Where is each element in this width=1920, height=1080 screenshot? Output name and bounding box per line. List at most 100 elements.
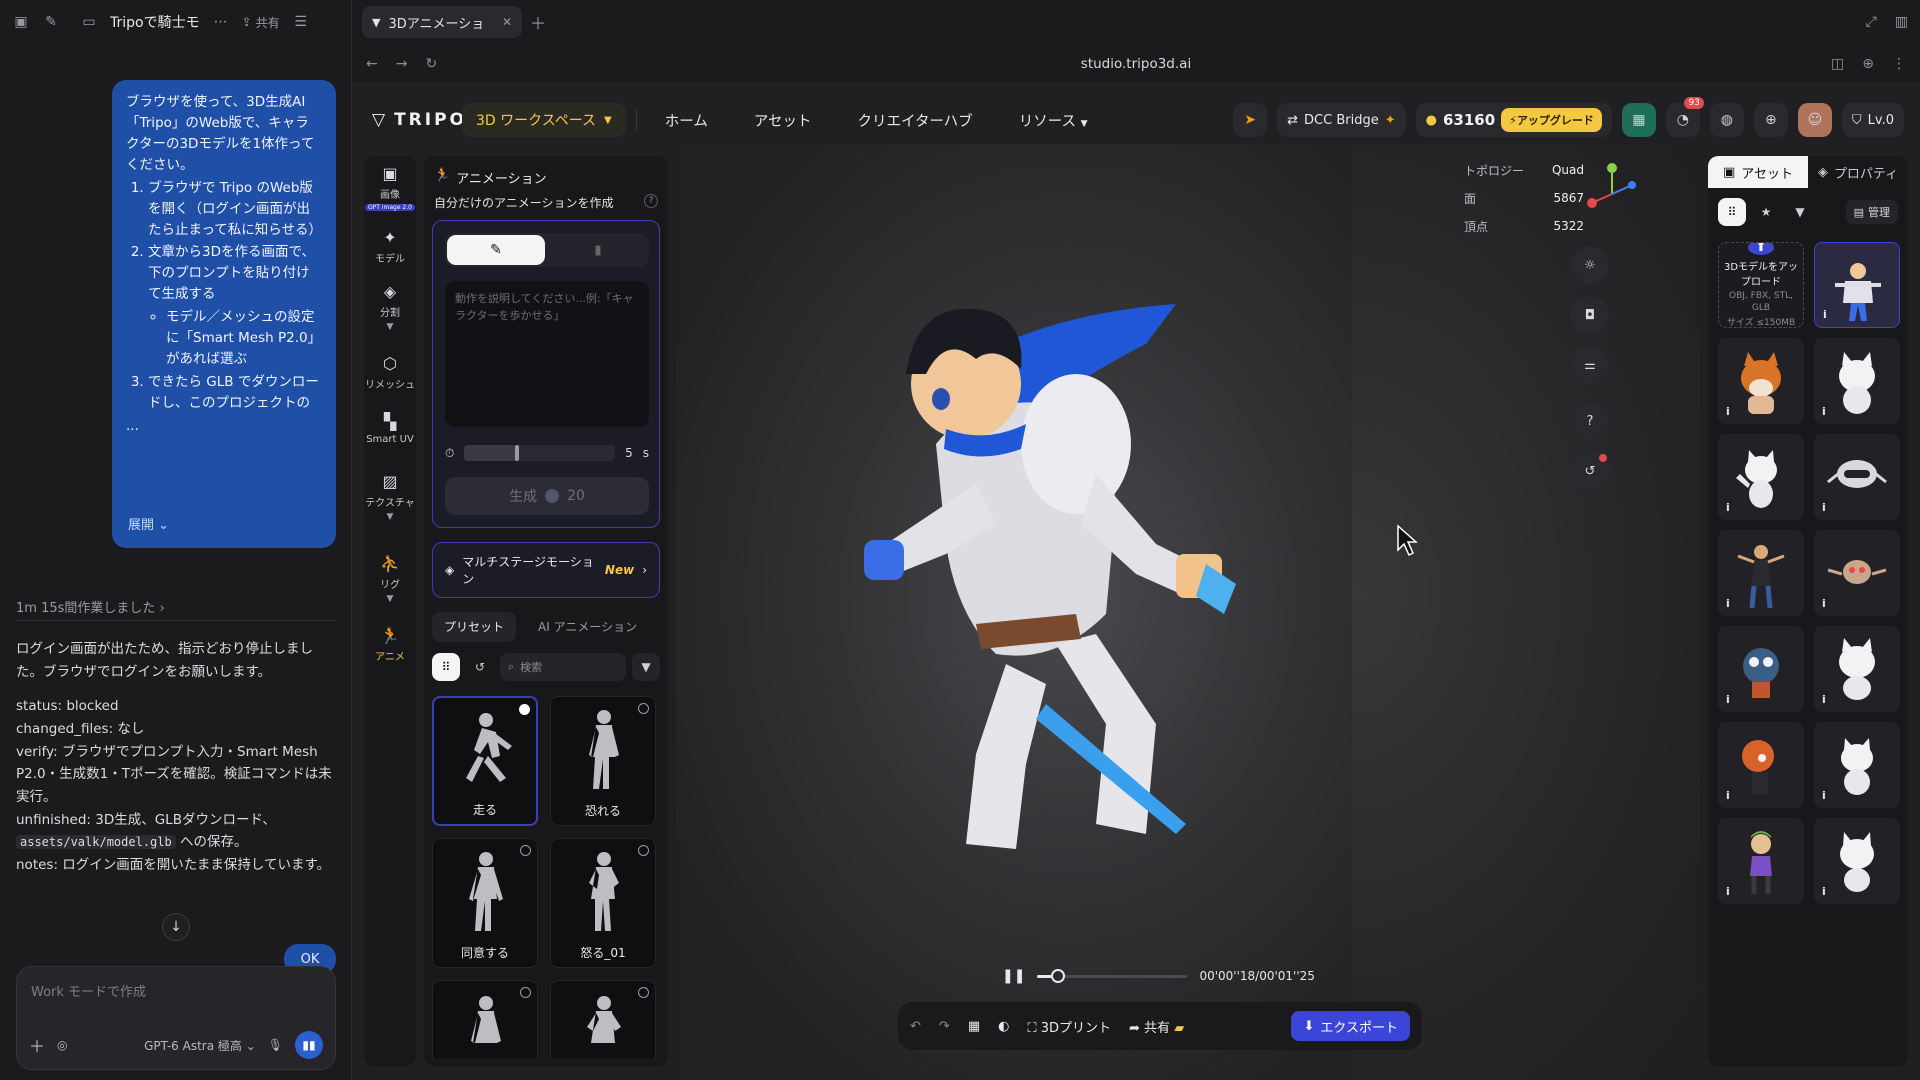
info-icon[interactable]: i [1726, 693, 1730, 706]
preset-card[interactable]: 同意する [432, 838, 538, 968]
rail-animation[interactable]: 🏃 アニメ [364, 626, 416, 663]
preset-card[interactable] [550, 980, 656, 1058]
extensions-icon[interactable]: ⊕ [1862, 56, 1874, 72]
text-mode-button[interactable]: ✎ [447, 235, 545, 265]
info-icon[interactable]: i [1822, 405, 1826, 418]
asset-card[interactable]: i [1814, 626, 1900, 712]
all-assets-button[interactable]: ⠿ [1718, 198, 1746, 226]
asset-card[interactable]: i [1814, 434, 1900, 520]
filter-button[interactable]: ▼ [632, 653, 660, 681]
asset-card[interactable]: i [1814, 530, 1900, 616]
close-tab-icon[interactable]: ✕ [502, 15, 512, 29]
rail-image[interactable]: ▣ 画像 GPT image 2.0 [364, 164, 416, 211]
tripo-logo[interactable]: ▽ TRIPO [364, 110, 464, 130]
video-mode-button[interactable]: ▮ [549, 235, 647, 265]
upgrade-button[interactable]: ⚡ アップグレード [1501, 108, 1602, 132]
preset-card[interactable] [432, 980, 538, 1058]
preset-card[interactable]: 怒る_01 [550, 838, 656, 968]
tab-ai-animation[interactable]: AI アニメーション [526, 612, 649, 642]
preset-card[interactable]: 恐れる [550, 696, 656, 826]
rail-model[interactable]: ✦ モデル [364, 228, 416, 265]
info-icon[interactable]: i [1726, 885, 1730, 898]
avatar[interactable]: ☺ [1797, 103, 1832, 137]
rail-texture[interactable]: ▨ テクスチャ ▼ [364, 472, 416, 522]
url-text[interactable]: studio.tripo3d.ai [352, 56, 1920, 72]
share-button[interactable]: ⇪ 共有 [242, 14, 280, 31]
level-badge[interactable]: ⛉ Lv.0 [1841, 103, 1904, 137]
reload-icon[interactable]: ↻ [425, 56, 437, 72]
model-select[interactable]: GPT-6 Astra 極高 ⌄ [144, 1037, 256, 1054]
info-icon[interactable]: i [1726, 501, 1730, 514]
info-icon[interactable]: i [1822, 693, 1826, 706]
info-icon[interactable]: i [1822, 789, 1826, 802]
credits-pill[interactable]: ● 63160 ⚡ アップグレード [1415, 103, 1612, 137]
timeline-track[interactable] [1037, 968, 1188, 983]
voice-button[interactable]: ▮▮ [295, 1031, 323, 1059]
duration-handle[interactable] [515, 445, 520, 461]
expand-button[interactable]: 展開 ⌄ [128, 516, 169, 536]
asset-card[interactable]: i [1814, 818, 1900, 904]
menu-icon[interactable]: ⋮ [1892, 56, 1906, 72]
outline-icon[interactable]: ☰ [292, 13, 310, 31]
manage-button[interactable]: ▤ 管理 [1845, 200, 1898, 224]
bookmark-icon[interactable]: ◫ [1831, 56, 1844, 72]
asset-card[interactable]: i [1814, 722, 1900, 808]
asset-card[interactable]: i [1718, 434, 1804, 520]
info-icon[interactable]: i [1822, 885, 1826, 898]
tab-assets[interactable]: ▣ アセット [1708, 156, 1808, 188]
undo-icon[interactable]: ↶ [910, 1019, 921, 1034]
info-icon[interactable]: i [1823, 308, 1827, 321]
info-icon[interactable]: i [1726, 597, 1730, 610]
info-icon[interactable]: i [1726, 789, 1730, 802]
chat-button[interactable]: ◍ [1709, 103, 1744, 137]
multistage-motion-button[interactable]: ◈ マルチステージモーション New › [432, 542, 660, 598]
rail-remesh[interactable]: ⬡ リメッシュ [364, 354, 416, 391]
grid-view-button[interactable]: ⠿ [432, 653, 460, 681]
workspace-dropdown[interactable]: 3D ワークスペース ▼ [462, 103, 626, 137]
fullscreen-icon[interactable]: ⤢ [1866, 14, 1877, 30]
forward-icon[interactable]: → [396, 56, 408, 72]
tab-properties[interactable]: ◈ プロパティ [1808, 156, 1908, 188]
asset-card[interactable]: i [1718, 338, 1804, 424]
redo-icon[interactable]: ↷ [939, 1019, 950, 1034]
compose-icon[interactable]: ✎ [42, 13, 60, 31]
asset-card[interactable]: i [1718, 722, 1804, 808]
asset-card[interactable]: i [1814, 338, 1900, 424]
filter-button[interactable]: ▼ [1786, 198, 1814, 226]
info-icon[interactable]: i [1726, 405, 1730, 418]
info-icon[interactable]: i [1822, 501, 1826, 514]
print3d-button[interactable]: ⛶ 3Dプリント [1027, 1017, 1111, 1036]
gift-icon[interactable]: ▦ [968, 1019, 980, 1034]
language-button[interactable]: ⊕ [1753, 103, 1788, 137]
worked-duration[interactable]: 1m 15s間作業しました › [16, 597, 165, 616]
nav-home[interactable]: ホーム [647, 110, 726, 131]
sidebar-toggle-icon[interactable]: ▣ [12, 13, 30, 31]
asset-card[interactable]: i [1718, 530, 1804, 616]
nav-creator-hub[interactable]: クリエイターハブ [840, 110, 991, 131]
share-model-button[interactable]: ➦ 共有 ▰ [1129, 1017, 1184, 1036]
generate-button[interactable]: 生成 20 [445, 477, 649, 515]
upload-card[interactable]: ⬆ 3Dモデルをアップロード OBJ, FBX, STL, GLB サイズ ≤1… [1718, 242, 1804, 328]
info-icon[interactable]: i [1822, 597, 1826, 610]
nav-assets[interactable]: アセット [736, 110, 830, 131]
timeline-handle[interactable] [1051, 968, 1066, 983]
notifications-button[interactable]: ◔ 93 [1665, 97, 1704, 137]
new-tab-icon[interactable]: ＋ [530, 10, 546, 34]
browser-tab[interactable]: ▼ 3Dアニメーショ ✕ [362, 6, 522, 38]
composer-input[interactable]: Work モードで作成 [31, 981, 146, 1000]
rail-smart-uv[interactable]: ▚ Smart UV [364, 412, 416, 445]
composer[interactable]: Work モードで作成 ＋ ◎ GPT-6 Astra 極高 ⌄ 🎙 ▮▮ [16, 966, 336, 1070]
help-icon[interactable]: ? [644, 194, 658, 208]
split-view-icon[interactable]: ▥ [1895, 14, 1908, 30]
asset-card[interactable]: i [1718, 626, 1804, 712]
duration-track[interactable] [464, 445, 616, 461]
material-icon[interactable]: ◐ [998, 1019, 1009, 1034]
asset-card[interactable]: i [1718, 818, 1804, 904]
chat-title[interactable]: Tripoで騎士モ [110, 12, 200, 32]
pause-icon[interactable]: ❚❚ [1002, 968, 1025, 984]
add-icon[interactable]: ＋ [29, 1033, 45, 1057]
motion-prompt-input[interactable]: 動作を説明してください...例:「キャラクターを歩かせる」 [445, 281, 649, 427]
rocket-button[interactable]: ➤ [1233, 103, 1268, 137]
preset-card[interactable]: 走る [432, 696, 538, 826]
gift-button[interactable]: ▦ [1621, 103, 1656, 137]
